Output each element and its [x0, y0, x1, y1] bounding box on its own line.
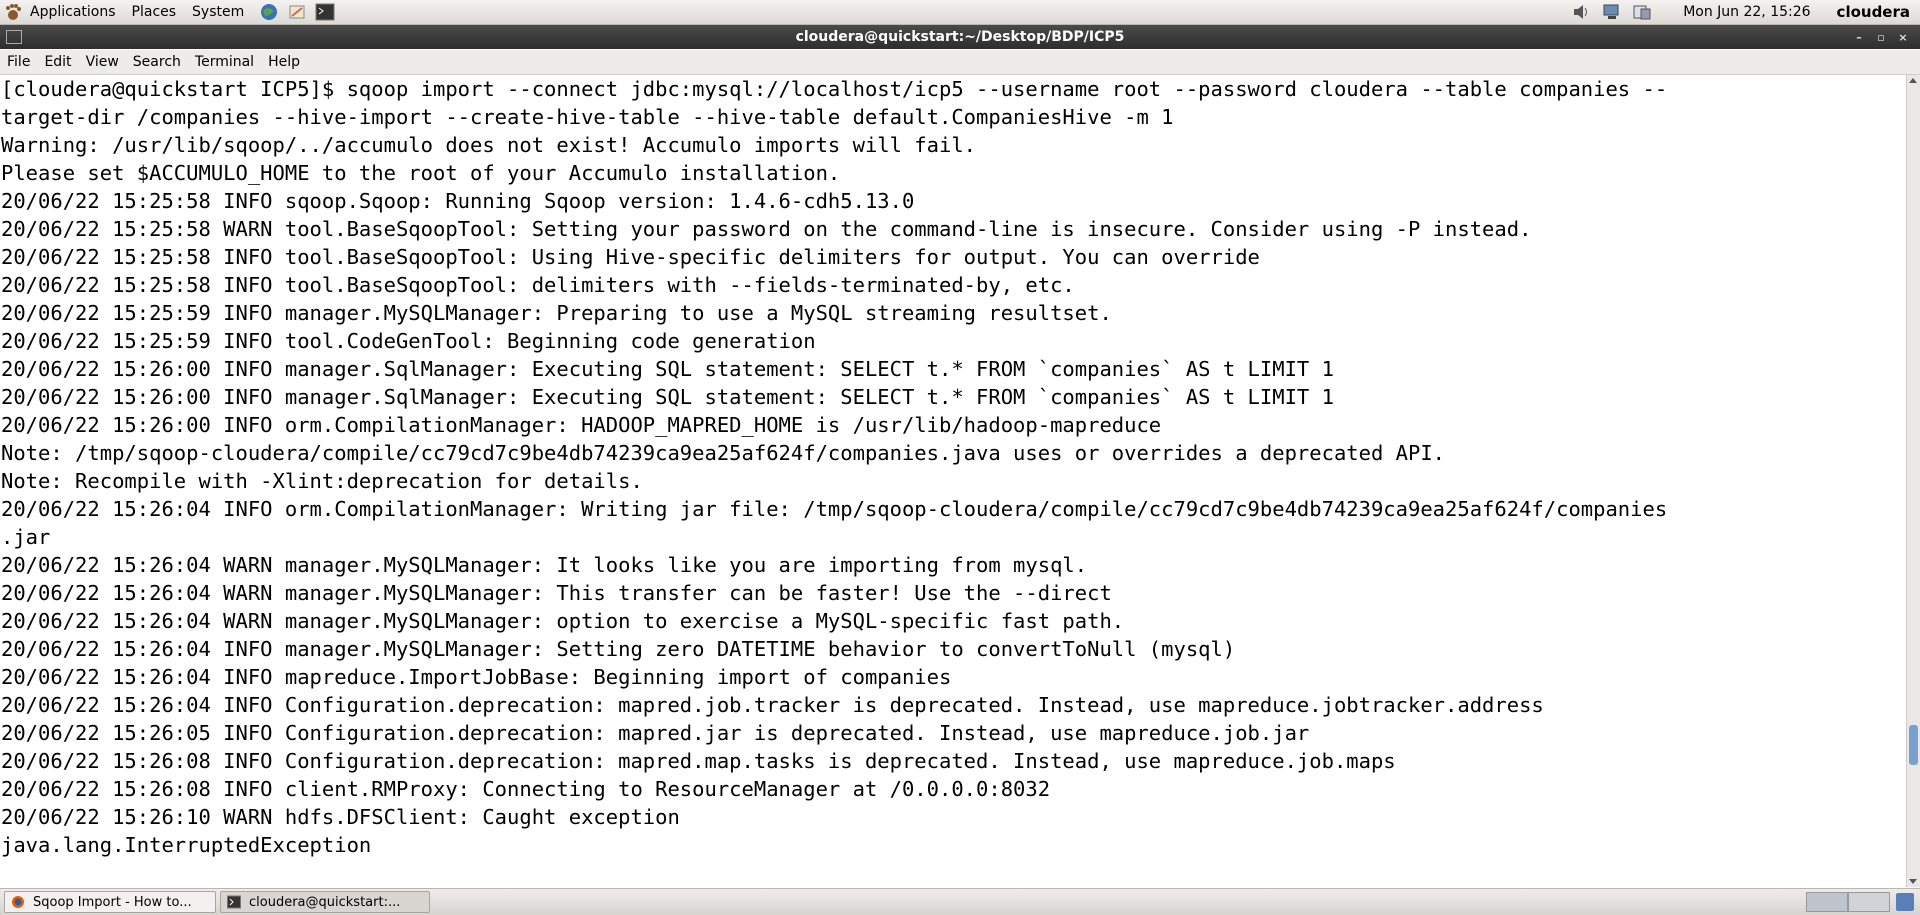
terminal-line: 20/06/22 15:26:10 WARN hdfs.DFSClient: C…: [1, 805, 680, 829]
terminal-line: 20/06/22 15:26:04 INFO manager.MySQLMana…: [1, 637, 1236, 661]
menu-search[interactable]: Search: [126, 54, 188, 70]
window-controls: – ▫ ×: [1848, 25, 1914, 49]
terminal-line: 20/06/22 15:26:00 INFO orm.CompilationMa…: [1, 413, 1162, 437]
trash-icon[interactable]: [1896, 893, 1914, 911]
terminal-line: Note: /tmp/sqoop-cloudera/compile/cc79cd…: [1, 441, 1446, 465]
terminal-line: 20/06/22 15:26:00 INFO manager.SqlManage…: [1, 357, 1334, 381]
scroll-up-icon[interactable]: [1909, 78, 1917, 83]
taskbar-item-label: Sqoop Import - How to...: [33, 894, 192, 910]
terminal-line: 20/06/22 15:26:04 WARN manager.MySQLMana…: [1, 581, 1112, 605]
panel-clock[interactable]: Mon Jun 22, 15:26: [1683, 4, 1810, 20]
workspace-switcher[interactable]: [1806, 892, 1890, 912]
volume-icon[interactable]: [1571, 2, 1593, 22]
network-icon[interactable]: [1601, 2, 1623, 22]
places-menu[interactable]: Places: [124, 0, 185, 24]
terminal-icon: [227, 895, 241, 909]
text-editor-icon[interactable]: [286, 2, 308, 22]
menu-help[interactable]: Help: [261, 54, 307, 70]
terminal-line: 20/06/22 15:26:05 INFO Configuration.dep…: [1, 721, 1310, 745]
display-icon[interactable]: [1631, 2, 1653, 22]
gnome-foot-icon: [6, 4, 21, 20]
workspace-1[interactable]: [1806, 892, 1848, 912]
terminal-line: target-dir /companies --hive-import --cr…: [1, 105, 1174, 129]
taskbar-item-browser[interactable]: Sqoop Import - How to...: [4, 891, 216, 913]
terminal-line: 20/06/22 15:26:04 INFO Configuration.dep…: [1, 693, 1544, 717]
top-panel: Applications Places System Mon Jun 22, 1…: [0, 0, 1920, 25]
terminal-line: 20/06/22 15:25:58 INFO tool.BaseSqoopToo…: [1, 273, 1075, 297]
terminal-line: 20/06/22 15:25:58 INFO tool.BaseSqoopToo…: [1, 245, 1260, 269]
terminal-line: Warning: /usr/lib/sqoop/../accumulo does…: [1, 133, 977, 157]
menu-view[interactable]: View: [79, 54, 126, 70]
menu-terminal[interactable]: Terminal: [188, 54, 261, 70]
terminal-output[interactable]: [cloudera@quickstart ICP5]$ sqoop import…: [0, 75, 1907, 887]
close-button[interactable]: ×: [1892, 31, 1914, 44]
firefox-icon: [12, 896, 24, 908]
maximize-button[interactable]: ▫: [1870, 31, 1892, 44]
menu-edit[interactable]: Edit: [37, 54, 78, 70]
terminal-line: 20/06/22 15:25:59 INFO tool.CodeGenTool:…: [1, 329, 816, 353]
window-menu-icon[interactable]: [6, 30, 22, 44]
terminal-line: 20/06/22 15:25:58 INFO sqoop.Sqoop: Runn…: [1, 189, 915, 213]
taskbar-item-terminal[interactable]: cloudera@quickstart:...: [220, 891, 430, 913]
applications-menu[interactable]: Applications: [22, 0, 124, 24]
scroll-down-icon[interactable]: [1909, 879, 1917, 884]
terminal-line: Please set $ACCUMULO_HOME to the root of…: [1, 161, 841, 185]
terminal-scrollbar[interactable]: [1906, 75, 1920, 887]
browser-globe-icon[interactable]: [258, 2, 280, 22]
terminal-line: 20/06/22 15:25:59 INFO manager.MySQLMana…: [1, 301, 1112, 325]
terminal-line: Note: Recompile with -Xlint:deprecation …: [1, 469, 643, 493]
system-menu[interactable]: System: [184, 0, 252, 24]
terminal-line: [cloudera@quickstart ICP5]$ sqoop import…: [1, 77, 1668, 101]
terminal-line: .jar: [1, 525, 51, 549]
terminal-launcher-icon[interactable]: [314, 2, 336, 22]
taskbar-item-label: cloudera@quickstart:...: [249, 894, 401, 910]
terminal-line: 20/06/22 15:26:08 INFO Configuration.dep…: [1, 749, 1396, 773]
terminal-line: 20/06/22 15:26:04 INFO mapreduce.ImportJ…: [1, 665, 952, 689]
terminal-line: 20/06/22 15:26:04 WARN manager.MySQLMana…: [1, 553, 1088, 577]
terminal-line: 20/06/22 15:26:08 INFO client.RMProxy: C…: [1, 777, 1051, 801]
terminal-line: 20/06/22 15:26:04 WARN manager.MySQLMana…: [1, 609, 1125, 633]
bottom-panel: Sqoop Import - How to... cloudera@quicks…: [0, 888, 1920, 915]
minimize-button[interactable]: –: [1848, 31, 1870, 44]
window-title: cloudera@quickstart:~/Desktop/BDP/ICP5: [795, 29, 1125, 45]
menu-file[interactable]: File: [0, 54, 37, 70]
scrollbar-thumb[interactable]: [1909, 725, 1918, 765]
user-menu[interactable]: cloudera: [1837, 3, 1910, 21]
terminal-line: java.lang.InterruptedException: [1, 833, 372, 857]
workspace-2[interactable]: [1848, 892, 1890, 912]
terminal-line: 20/06/22 15:26:00 INFO manager.SqlManage…: [1, 385, 1334, 409]
window-titlebar[interactable]: cloudera@quickstart:~/Desktop/BDP/ICP5 –…: [0, 25, 1920, 49]
terminal-line: 20/06/22 15:26:04 INFO orm.CompilationMa…: [1, 497, 1668, 521]
terminal-menubar: File Edit View Search Terminal Help: [0, 50, 1920, 75]
terminal-line: 20/06/22 15:25:58 WARN tool.BaseSqoopToo…: [1, 217, 1532, 241]
